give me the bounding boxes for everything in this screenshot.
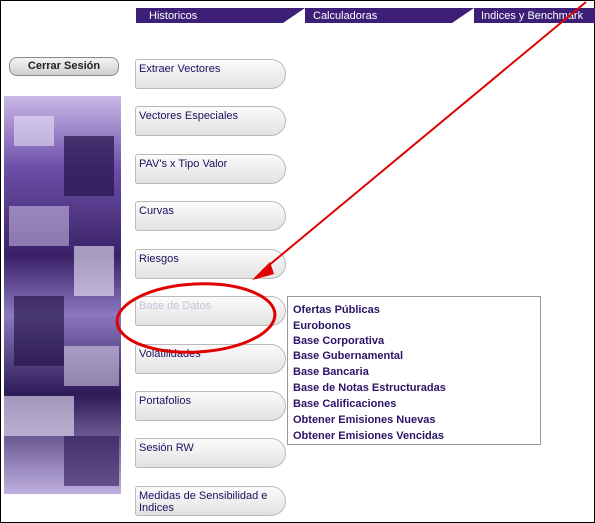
- annotation-overlay: [115, 1, 587, 354]
- annotation-ellipse: [115, 282, 277, 354]
- annotation-arrow-line: [261, 1, 587, 272]
- annotation-arrow-head: [252, 262, 274, 280]
